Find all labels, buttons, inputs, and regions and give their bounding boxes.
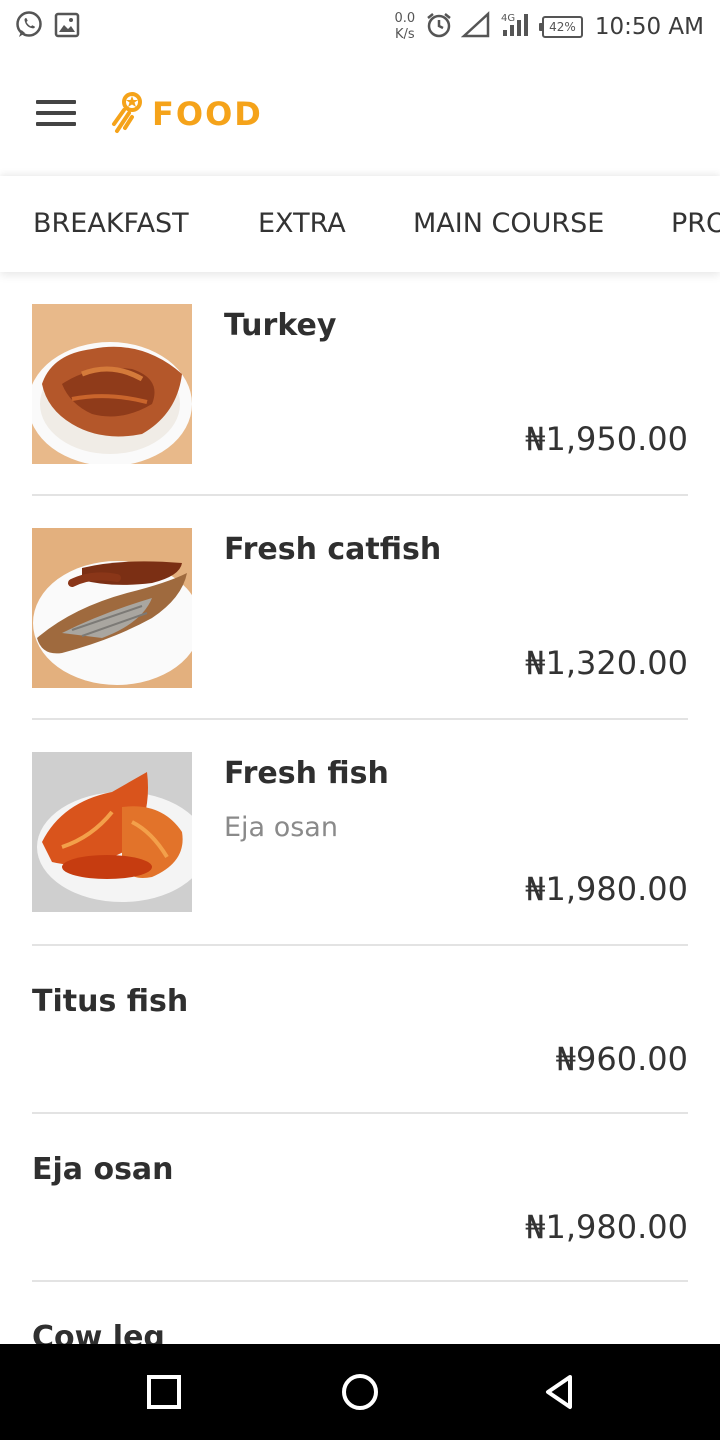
alarm-icon xyxy=(425,11,453,43)
status-bar: 0.0 K/s 4G 42% 10:50 AM xyxy=(0,0,720,54)
rocket-logo-icon xyxy=(110,90,146,138)
food-thumbnail xyxy=(32,528,192,688)
category-tabs: BREAKFAST EXTRA MAIN COURSE PRO xyxy=(0,176,720,272)
item-price: ₦1,980.00 xyxy=(525,1208,688,1246)
tab-breakfast[interactable]: BREAKFAST xyxy=(33,176,189,272)
system-nav-bar xyxy=(0,1344,720,1440)
battery-level: 42% xyxy=(542,16,583,38)
item-name: Titus fish xyxy=(32,984,189,1019)
list-item[interactable]: Fresh catfish ₦1,320.00 xyxy=(32,496,688,720)
food-thumbnail xyxy=(32,752,192,912)
list-item[interactable]: Fresh fish Eja osan ₦1,980.00 xyxy=(32,720,688,946)
brand-logo: FOOD xyxy=(110,90,263,138)
back-icon[interactable] xyxy=(540,1372,580,1412)
food-thumbnail xyxy=(32,304,192,464)
brand-name: FOOD xyxy=(152,95,263,133)
tab-extra[interactable]: EXTRA xyxy=(258,176,346,272)
list-item[interactable]: Cow leg xyxy=(32,1282,688,1344)
tab-main-course[interactable]: MAIN COURSE xyxy=(413,176,604,272)
recents-icon[interactable] xyxy=(144,1372,184,1412)
list-item[interactable]: Turkey ₦1,950.00 xyxy=(32,272,688,496)
item-subtitle: Eja osan xyxy=(224,812,338,843)
network-4g-icon: 4G xyxy=(499,10,531,44)
item-name: Fresh fish xyxy=(224,756,389,791)
item-price: ₦960.00 xyxy=(555,1040,688,1078)
app-bar: FOOD xyxy=(0,54,720,176)
item-name: Fresh catfish xyxy=(224,532,442,567)
menu-list: Turkey ₦1,950.00 Fresh catfish ₦1,320.00 xyxy=(0,272,720,1344)
item-price: ₦1,320.00 xyxy=(525,644,688,682)
clock: 10:50 AM xyxy=(594,14,704,40)
item-price: ₦1,950.00 xyxy=(525,420,688,458)
item-name: Cow leg xyxy=(32,1320,165,1344)
item-name: Turkey xyxy=(224,308,337,343)
home-icon[interactable] xyxy=(340,1372,380,1412)
hamburger-icon[interactable] xyxy=(36,100,76,126)
item-name: Eja osan xyxy=(32,1152,174,1187)
network-type-label: 4G xyxy=(501,13,515,24)
tab-pro[interactable]: PRO xyxy=(671,176,720,272)
net-speed-unit: K/s xyxy=(394,27,415,42)
net-speed-value: 0.0 xyxy=(394,11,416,26)
battery-indicator: 42% xyxy=(539,16,583,38)
image-icon xyxy=(54,12,80,42)
list-item[interactable]: Titus fish ₦960.00 xyxy=(32,946,688,1114)
signal-icon xyxy=(460,11,491,43)
whatsapp-icon xyxy=(14,10,44,44)
net-speed: 0.0 K/s xyxy=(394,11,415,43)
item-price: ₦1,980.00 xyxy=(525,870,688,908)
list-item[interactable]: Eja osan ₦1,980.00 xyxy=(32,1114,688,1282)
